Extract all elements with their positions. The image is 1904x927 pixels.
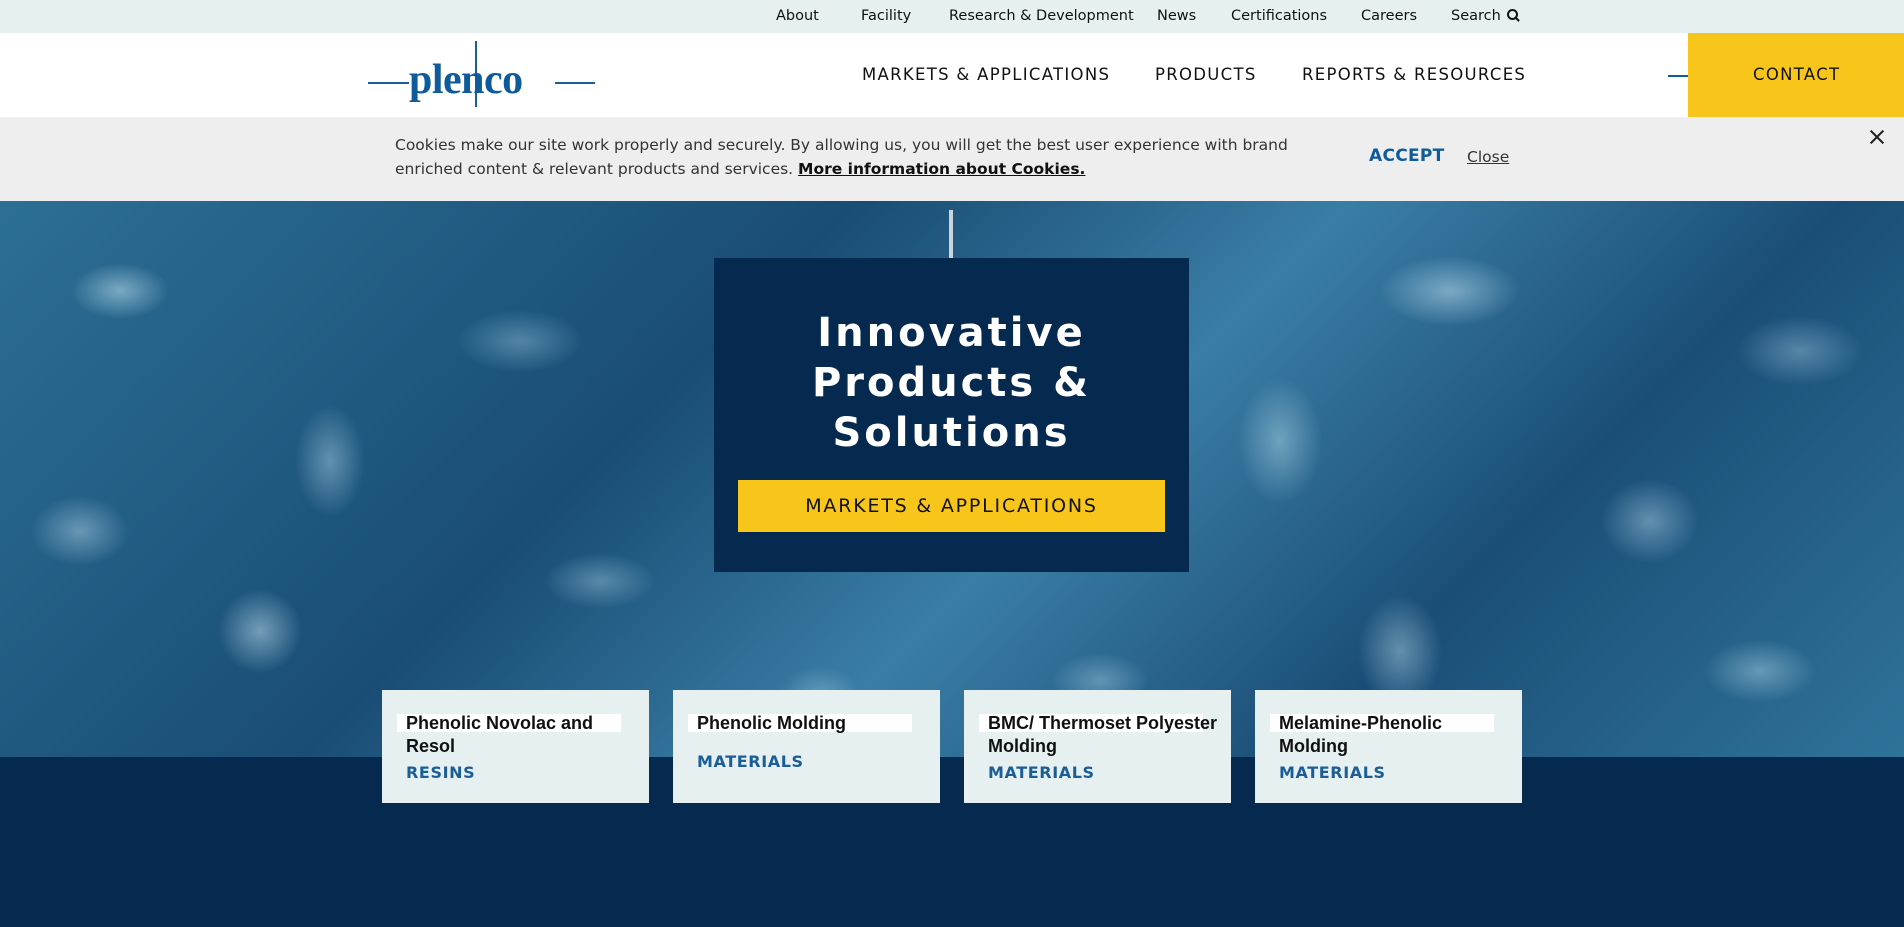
hero-markets-applications-button[interactable]: MARKETS & APPLICATIONS — [738, 480, 1165, 532]
hero-title: Innovative Products & Solutions — [811, 310, 1092, 456]
utility-link-facility[interactable]: Facility — [861, 8, 911, 24]
product-category: MATERIALS — [988, 763, 1095, 782]
cookie-banner: Cookies make our site work properly and … — [0, 117, 1904, 201]
hero-card: Innovative Products & Solutions MARKETS … — [714, 258, 1189, 572]
cookie-message: Cookies make our site work properly and … — [395, 133, 1295, 181]
hero-cta-label: MARKETS & APPLICATIONS — [805, 495, 1098, 517]
product-name: Phenolic Molding — [697, 713, 846, 733]
product-card-phenolic-novolac-resol[interactable]: Phenolic Novolac and Resol RESINS — [382, 690, 649, 803]
product-category: MATERIALS — [1279, 763, 1386, 782]
utility-link-news[interactable]: News — [1157, 8, 1196, 24]
utility-link-research-development[interactable]: Research & Development — [949, 8, 1134, 24]
utility-link-about[interactable]: About — [776, 8, 819, 24]
cookie-close-link[interactable]: Close — [1467, 148, 1509, 166]
utility-bar: About Facility Research & Development Ne… — [0, 0, 1904, 33]
logo-line-left — [368, 82, 409, 84]
product-name: BMC/ Thermoset Polyester Molding — [988, 713, 1218, 756]
product-category: RESINS — [406, 763, 476, 782]
product-name: Melamine-Phenolic Molding — [1279, 713, 1443, 756]
logo-wordmark: plenco — [409, 57, 523, 103]
utility-link-certifications[interactable]: Certifications — [1231, 8, 1327, 24]
product-card-melamine-phenolic[interactable]: Melamine-Phenolic Molding MATERIALS — [1255, 690, 1522, 803]
cookie-more-info-link[interactable]: More information about Cookies. — [798, 160, 1085, 178]
close-icon[interactable] — [1868, 128, 1886, 146]
logo-line-right — [555, 82, 595, 84]
search-link[interactable]: Search — [1451, 8, 1519, 24]
search-icon — [1506, 9, 1519, 21]
plenco-logo[interactable]: plenco — [368, 41, 595, 109]
cookie-accept-button[interactable]: ACCEPT — [1369, 146, 1445, 166]
contact-label: CONTACT — [1753, 65, 1841, 84]
nav-reports-resources[interactable]: REPORTS & RESOURCES — [1302, 65, 1526, 84]
nav-products[interactable]: PRODUCTS — [1155, 65, 1257, 84]
product-card-bmc-thermoset-polyester[interactable]: BMC/ Thermoset Polyester Molding MATERIA… — [964, 690, 1231, 803]
product-category: MATERIALS — [697, 752, 804, 771]
main-header: plenco MARKETS & APPLICATIONS PRODUCTS R… — [0, 33, 1904, 117]
product-card-phenolic-molding[interactable]: Phenolic Molding MATERIALS — [673, 690, 940, 803]
contact-button[interactable]: CONTACT — [1688, 33, 1904, 117]
utility-link-careers[interactable]: Careers — [1361, 8, 1417, 24]
search-label: Search — [1451, 8, 1501, 24]
hero-connector-line — [949, 210, 953, 258]
nav-markets-applications[interactable]: MARKETS & APPLICATIONS — [862, 65, 1110, 84]
product-name: Phenolic Novolac and Resol — [406, 713, 594, 756]
